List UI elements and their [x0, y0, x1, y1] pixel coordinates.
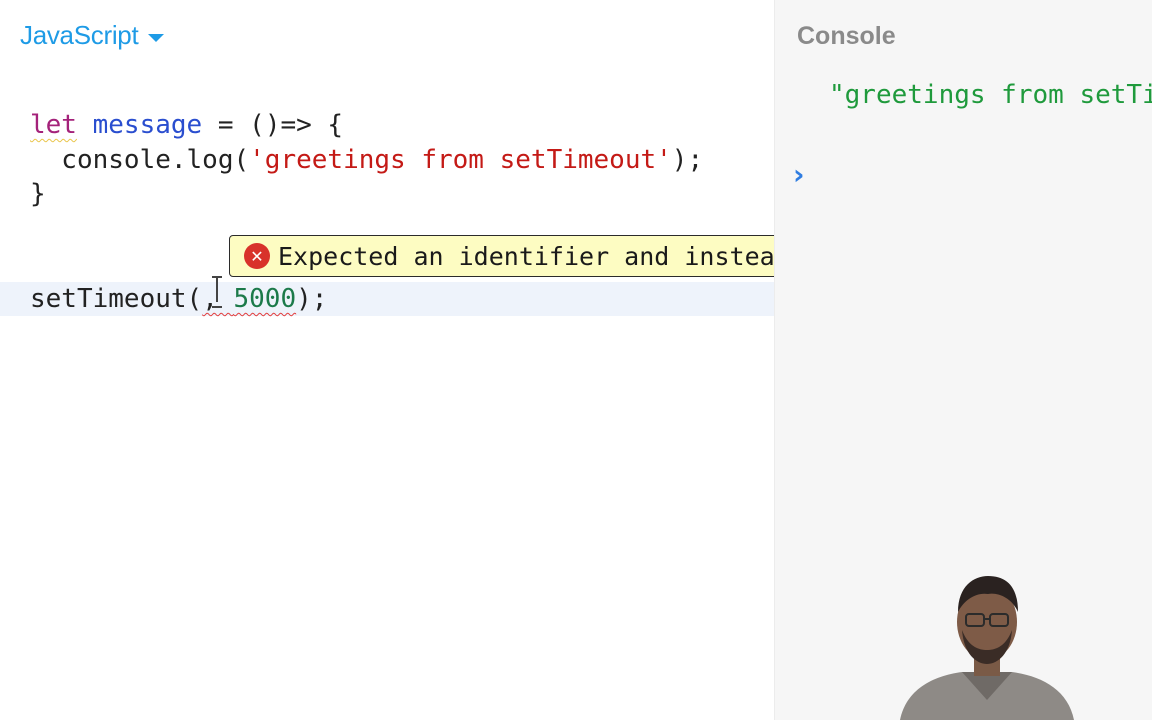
console-prompt-chevron-icon[interactable]: ›	[793, 158, 805, 191]
string-literal: 'greetings from setTimeout'	[249, 145, 672, 175]
closing-brace: }	[30, 179, 46, 209]
x-circle-icon: ✕	[244, 243, 270, 269]
code-line-1[interactable]: let message = ()=> {	[30, 108, 343, 142]
message-identifier: message	[92, 110, 203, 140]
arrow-function-syntax: = ()=> {	[202, 110, 344, 140]
console-title: Console	[797, 22, 896, 50]
code-line-2[interactable]: console.log('greetings from setTimeout')…	[30, 143, 703, 177]
code-line-3[interactable]: }	[30, 177, 46, 211]
console-output-line: "greetings from setTimeout'	[829, 80, 1152, 110]
ibeam-cursor-icon	[212, 276, 222, 308]
code-line-4[interactable]: setTimeout(, 5000);	[30, 282, 327, 316]
presenter-webcam	[900, 576, 1074, 720]
chevron-down-icon[interactable]	[148, 33, 165, 42]
console-log-call: console.log(	[30, 145, 250, 175]
call-close-2: );	[296, 284, 328, 314]
settimeout-call: setTimeout(	[30, 284, 203, 314]
call-close: );	[671, 145, 704, 175]
let-keyword: let	[30, 110, 77, 140]
code-area[interactable]: let message = ()=> { console.log('greeti…	[30, 0, 703, 314]
delay-number: 5000	[233, 284, 297, 314]
code-editor-pane[interactable]: JavaScript let message = ()=> { console.…	[0, 0, 1000, 720]
